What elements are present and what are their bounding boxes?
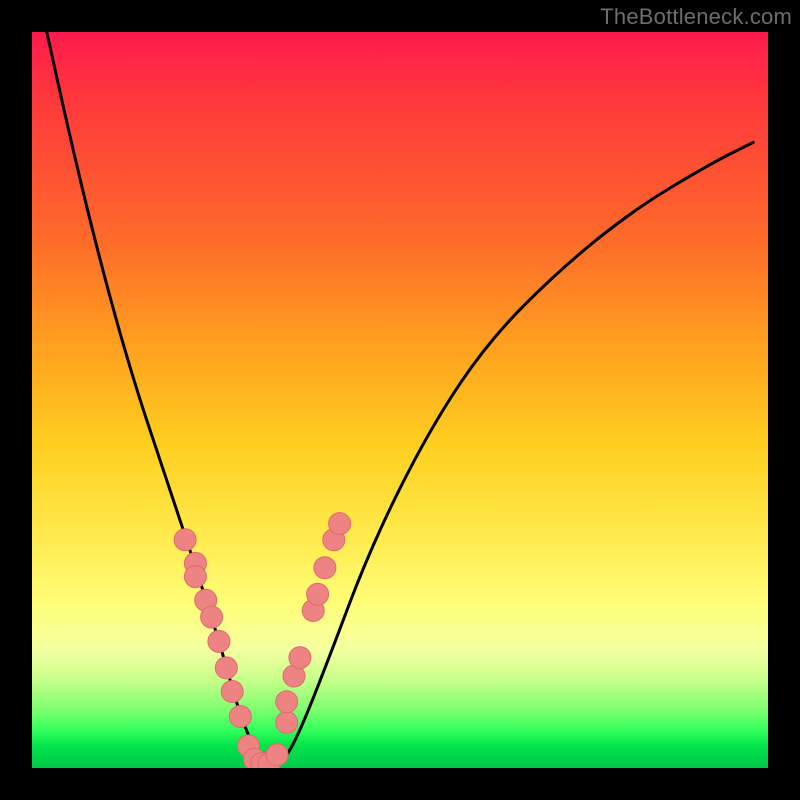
chart-svg bbox=[32, 32, 768, 768]
highlight-dot bbox=[215, 657, 237, 679]
bottleneck-curve bbox=[47, 32, 754, 768]
image-frame: TheBottleneck.com bbox=[0, 0, 800, 800]
highlight-dot bbox=[221, 681, 243, 703]
highlight-dot bbox=[229, 706, 251, 728]
highlight-dot bbox=[201, 606, 223, 628]
plot-area bbox=[32, 32, 768, 768]
highlight-dot bbox=[276, 691, 298, 713]
highlight-dot bbox=[307, 583, 329, 605]
highlight-dot bbox=[184, 566, 206, 588]
highlight-dot bbox=[289, 647, 311, 669]
highlight-dots-group bbox=[174, 513, 351, 768]
highlight-dot bbox=[276, 711, 298, 733]
watermark-text: TheBottleneck.com bbox=[600, 4, 792, 30]
highlight-dot bbox=[208, 630, 230, 652]
highlight-dot bbox=[329, 513, 351, 535]
highlight-dot bbox=[314, 557, 336, 579]
highlight-dot bbox=[266, 744, 288, 766]
highlight-dot bbox=[174, 529, 196, 551]
